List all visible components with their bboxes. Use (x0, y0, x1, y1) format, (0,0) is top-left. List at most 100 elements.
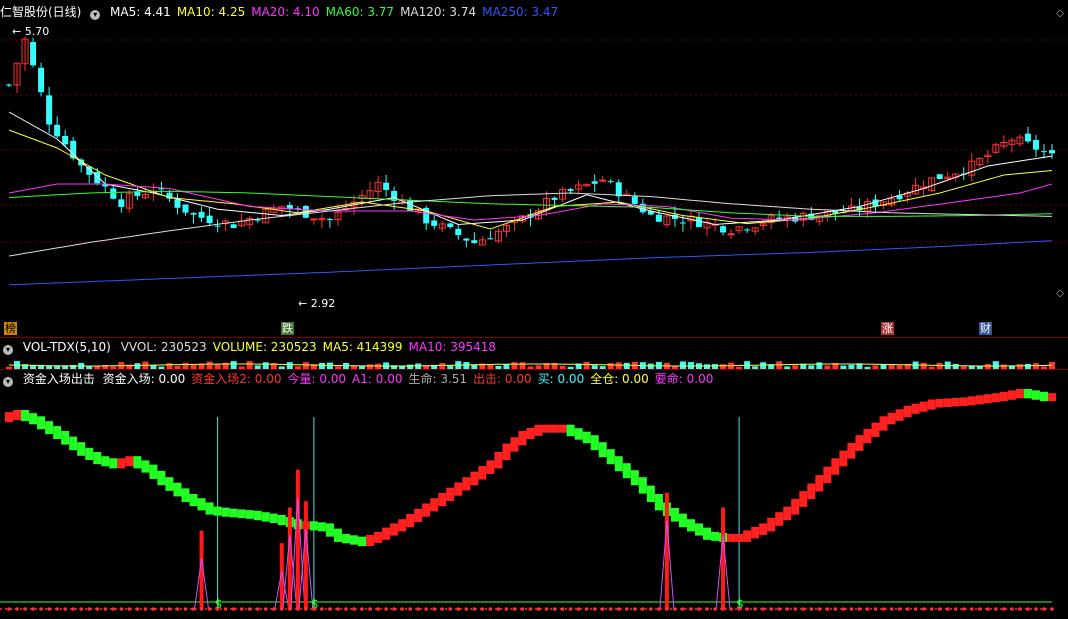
volume-bar (262, 362, 269, 369)
candle-body (1024, 133, 1031, 142)
baseline-dot (697, 607, 701, 611)
baseline-dot (986, 607, 990, 611)
baseline-dot (151, 607, 156, 611)
volume-bar (206, 361, 213, 369)
volume-bar (992, 361, 999, 369)
candle-body (38, 67, 45, 93)
low-price-label: ← 2.92 (298, 297, 335, 310)
indicator-bar (109, 458, 118, 469)
event-tag-die[interactable]: 跌 (281, 322, 294, 335)
indicator-bar (1048, 393, 1056, 402)
spike-bar-5 (664, 492, 669, 609)
candle-body (182, 204, 189, 213)
candle-body (62, 135, 69, 145)
baseline-dot (665, 607, 669, 611)
indicator-bar (807, 483, 816, 500)
indicator-bar (261, 512, 270, 522)
event-tag-bang[interactable]: 榜 (4, 322, 17, 335)
baseline-dot (520, 607, 525, 611)
volume-bar (302, 362, 309, 369)
indicator-panel: ▾ 资金入场出击 资金入场: 0.00 资金入场2: 0.00 今量: 0.00 A1… (0, 369, 1068, 619)
candle-body (471, 240, 478, 243)
baseline-dot (745, 607, 749, 611)
indicator-bar (101, 456, 110, 467)
baseline-dot (1034, 607, 1038, 611)
expand-icon[interactable]: ◇ (1056, 8, 1064, 19)
menu-circle-icon[interactable]: ▾ (90, 10, 101, 20)
indicator-bar (358, 536, 367, 547)
indicator-chart: $ $ $ (0, 389, 1056, 611)
baseline-dot (945, 607, 950, 611)
indicator-bar (85, 447, 94, 460)
volume-panel: ▾ VOL-TDX(5,10) VVOL: 230523 VOLUME: 2305… (0, 337, 1068, 370)
baseline-dot (584, 607, 589, 611)
indicator-bar (991, 393, 1000, 403)
collapse-icon[interactable]: ◇ (1056, 288, 1064, 299)
ma-legend: MA5: 4.41 MA10: 4.25 MA20: 4.10 MA60: 3.77 M… (110, 5, 564, 19)
baseline-dot (921, 607, 926, 611)
candle-body (326, 218, 333, 220)
indicator-bar (654, 494, 663, 511)
baseline-dot (103, 607, 108, 611)
indicator-bar (53, 426, 62, 439)
baseline-dot (456, 607, 461, 611)
candle-body (110, 188, 117, 199)
indicator-bar (125, 456, 134, 467)
indicator-bar (879, 416, 888, 431)
indicator-bar (21, 410, 30, 422)
indicator-bar (999, 391, 1008, 402)
baseline-dot (448, 607, 453, 611)
baseline-dot (977, 607, 982, 611)
event-tag-zhang[interactable]: 涨 (881, 322, 894, 335)
indicator-bar (630, 470, 639, 486)
indicator-legend-item-2: 今量: 0.00 (287, 372, 347, 386)
indicator-bar (678, 513, 687, 528)
baseline-dot (841, 607, 846, 611)
baseline-dot (1018, 607, 1022, 611)
baseline-dot (729, 607, 733, 611)
volume-menu-icon[interactable]: ▾ (3, 345, 13, 355)
indicator-bar (759, 523, 768, 535)
event-tag-cai[interactable]: 财 (979, 322, 992, 335)
baseline-dot (608, 607, 613, 611)
candle-body (206, 215, 213, 224)
indicator-bar (133, 456, 142, 469)
indicator-bar (510, 437, 519, 452)
ma-line-ma5 (8, 111, 1053, 226)
indicator-bar (887, 412, 896, 425)
indicator-bar (783, 506, 792, 521)
baseline-dot (376, 607, 380, 611)
indicator-title: 资金入场出击 (22, 372, 95, 386)
baseline-dot (857, 607, 862, 611)
indicator-menu-icon[interactable]: ▾ (3, 377, 13, 387)
indicator-bar (694, 523, 703, 536)
baseline-dot (937, 607, 942, 611)
indicator-bar (333, 528, 342, 542)
indicator-legend-item-3: A1: 0.00 (352, 372, 403, 386)
baseline-dot (39, 607, 43, 611)
volume-bar (760, 362, 767, 369)
stock-name: 仁智股份(日线) (0, 5, 82, 19)
baseline-dot (737, 607, 741, 611)
volume-header: ▾ VOL-TDX(5,10) VVOL: 230523 VOLUME: 2305… (0, 339, 508, 355)
baseline-dot (496, 607, 501, 611)
baseline-dot (961, 607, 966, 611)
indicator-bar (317, 522, 326, 532)
indicator-bar (29, 413, 38, 425)
baseline-dot (143, 607, 148, 611)
baseline-dot (7, 607, 11, 611)
volume-bar (679, 361, 686, 369)
baseline-dot (344, 607, 348, 611)
baseline-dot (279, 607, 284, 611)
candle-body (551, 197, 558, 200)
baseline-dot (881, 607, 886, 611)
indicator-bar (213, 506, 222, 516)
candle-body (6, 84, 12, 86)
baseline-dot (873, 607, 878, 611)
indicator-bar (341, 533, 350, 544)
indicator-bar (374, 531, 383, 543)
ma-line-ma250 (8, 240, 1053, 286)
indicator-bar (815, 475, 824, 492)
indicator-bar (13, 410, 22, 421)
indicator-bar (903, 405, 912, 418)
